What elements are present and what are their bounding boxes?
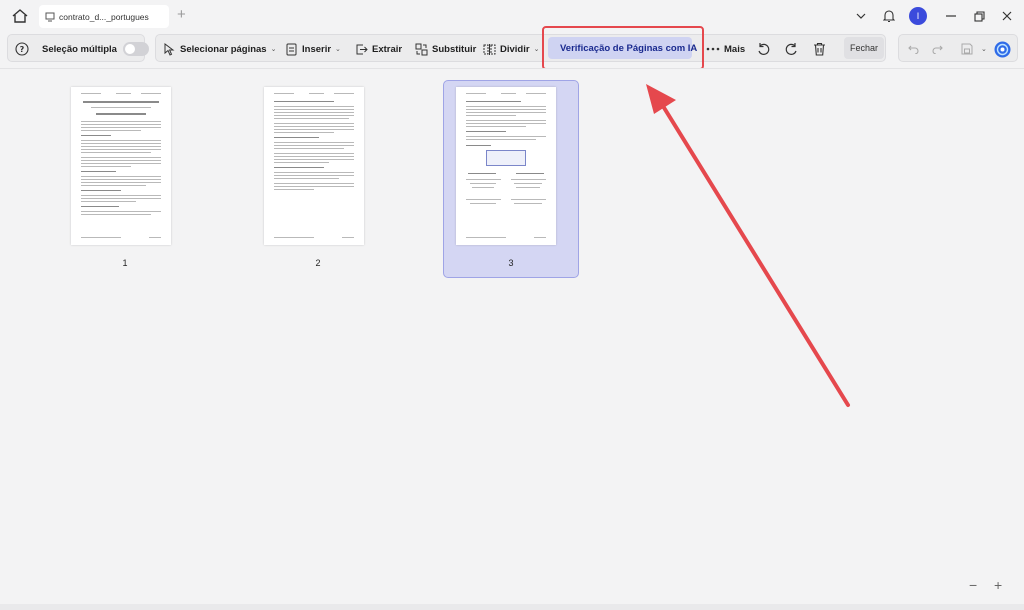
more-dots-icon [706,47,720,51]
redo-icon [932,45,943,54]
cursor-select-icon [164,42,175,56]
user-avatar[interactable]: I [909,7,927,25]
ai-page-check-label: Verificação de Páginas com IA [560,42,698,54]
more-button[interactable]: Mais [706,35,745,63]
chevron-down-icon: ⌄ [335,46,341,53]
notification-bell-icon[interactable] [882,7,896,25]
chevron-down-icon[interactable] [854,7,868,25]
page-thumbnails-area: 1 2 3 [0,68,1024,604]
multi-select-toggle[interactable]: Seleção múltipla [42,35,149,63]
undo-icon [908,45,919,54]
save-button[interactable]: ⌄ [961,35,987,63]
extract-icon [356,44,368,54]
zoom-out-button[interactable]: − [969,577,977,593]
select-pages-label: Selecionar páginas [180,43,267,55]
undo-button[interactable] [908,35,923,63]
trash-icon [814,42,825,56]
close-window-icon[interactable] [1000,7,1014,25]
multi-select-label: Seleção múltipla [42,43,117,55]
split-button[interactable]: Dividir ⌄ [483,35,539,63]
extract-label: Extrair [372,43,403,55]
rotate-left-icon [758,43,770,55]
page-number-2: 2 [315,258,321,268]
page-number-1: 1 [122,258,128,268]
rotate-right-button[interactable] [784,35,803,63]
replace-icon [415,43,428,55]
svg-text:?: ? [20,45,25,54]
redo-button[interactable] [932,35,947,63]
page-thumbnail-2[interactable] [264,87,364,245]
bottom-scrollbar[interactable] [0,604,1024,610]
zoom-in-button[interactable]: + [994,577,1002,593]
document-tab[interactable]: contrato_d..._portugues [39,5,169,28]
toggle-switch[interactable] [122,42,149,56]
page-thumbnail-3[interactable] [456,87,556,245]
page-tools-group: Selecionar páginas ⌄ Inserir ⌄ Extrair Sub… [155,34,886,62]
history-group: ⌄ [898,34,1018,62]
ai-assistant-button[interactable] [994,35,1015,63]
rotate-left-button[interactable] [756,35,775,63]
replace-button[interactable]: Substituir [415,35,476,63]
replace-label: Substituir [432,43,477,55]
page-number-3: 3 [508,258,514,268]
ai-assistant-icon [994,41,1011,57]
minimize-icon[interactable] [944,7,958,25]
extract-button[interactable]: Extrair [355,35,402,63]
split-label: Dividir [500,43,530,55]
select-pages-button[interactable]: Selecionar páginas ⌄ [163,35,276,63]
rotate-right-icon [785,43,797,55]
insert-button[interactable]: Inserir ⌄ [285,35,341,63]
chevron-down-icon: ⌄ [533,46,540,53]
multi-select-group: ? Seleção múltipla [7,34,149,63]
document-icon [45,12,55,21]
restore-icon[interactable] [972,7,986,25]
insert-label: Inserir [302,43,332,55]
tab-title: contrato_d..._portugues [59,11,149,22]
page-thumbnail-1[interactable] [71,87,171,245]
insert-page-icon [286,43,297,55]
save-icon [961,43,973,55]
close-button[interactable]: Fechar [844,37,884,59]
title-bar: contrato_d..._portugues + I [0,0,1024,32]
chevron-down-icon: ⌄ [270,46,277,53]
help-icon[interactable]: ? [15,35,33,63]
more-label: Mais [724,43,746,55]
chevron-down-icon: ⌄ [981,46,987,53]
split-icon [483,43,496,55]
ai-page-check-button[interactable]: Verificação de Páginas com IA [548,37,697,59]
delete-button[interactable] [813,35,830,63]
home-icon[interactable] [11,8,29,24]
new-tab-button[interactable]: + [177,6,186,24]
